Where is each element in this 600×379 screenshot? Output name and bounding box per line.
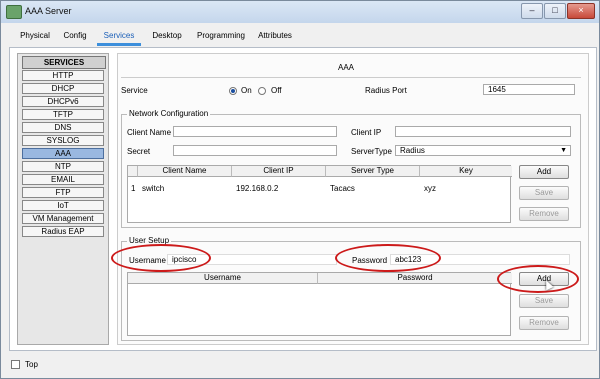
close-button[interactable]: × — [567, 3, 595, 19]
server-type-select[interactable]: Radius ▼ — [395, 145, 571, 156]
minimize-button[interactable]: – — [521, 3, 543, 19]
server-app-icon — [6, 5, 22, 19]
row-number: 1 — [131, 184, 136, 193]
window-title: AAA Server — [25, 6, 72, 16]
service-item-ftp[interactable]: FTP — [22, 187, 104, 198]
service-item-iot[interactable]: IoT — [22, 200, 104, 211]
client-table: Client Name Client IP Server Type Key 1 … — [127, 165, 512, 223]
server-type-label: ServerType — [351, 147, 392, 156]
service-item-vm-management[interactable]: VM Management — [22, 213, 104, 224]
title-bar: AAA Server – □ × — [1, 1, 599, 23]
service-item-dns[interactable]: DNS — [22, 122, 104, 133]
chevron-down-icon: ▼ — [560, 147, 567, 154]
service-item-dhcpv6[interactable]: DHCPv6 — [22, 96, 104, 107]
service-item-ntp[interactable]: NTP — [22, 161, 104, 172]
client-table-header-client-ip: Client IP — [232, 166, 326, 177]
radius-port-label: Radius Port — [365, 86, 407, 95]
client-name-input[interactable] — [173, 126, 337, 137]
password-label: Password — [352, 256, 388, 265]
client-name-label: Client Name — [127, 128, 172, 137]
service-item-radius-eap[interactable]: Radius EAP — [22, 226, 104, 237]
top-label: Top — [25, 360, 38, 369]
service-item-syslog[interactable]: SYSLOG — [22, 135, 104, 146]
client-table-header-server-type: Server Type — [326, 166, 420, 177]
client-table-header-client-name: Client Name — [138, 166, 232, 177]
network-remove-button[interactable]: Remove — [519, 207, 569, 221]
services-header: SERVICES — [22, 56, 106, 69]
client-ip-input[interactable] — [395, 126, 571, 137]
tab-config[interactable]: Config — [61, 29, 89, 43]
secret-input[interactable] — [173, 145, 337, 156]
username-input[interactable]: ipcisco — [167, 254, 337, 265]
client-ip-label: Client IP — [351, 128, 382, 137]
aaa-title: AAA — [338, 63, 355, 72]
user-table-header-username: Username — [128, 273, 318, 284]
user-table: Username Password — [127, 272, 512, 336]
title-divider — [121, 77, 581, 78]
radius-port-input[interactable]: 1645 — [483, 84, 575, 95]
client-table-header-key: Key — [420, 166, 512, 177]
service-on-radio[interactable] — [229, 87, 237, 95]
service-item-aaa[interactable]: AAA — [22, 148, 104, 159]
network-add-button[interactable]: Add — [519, 165, 569, 179]
user-setup-title: User Setup — [127, 236, 172, 245]
tab-attributes[interactable]: Attributes — [255, 29, 295, 43]
row-client-name: switch — [142, 184, 165, 193]
user-remove-button[interactable]: Remove — [519, 316, 569, 330]
service-off-label: Off — [271, 86, 282, 95]
password-input[interactable]: abc123 — [390, 254, 570, 265]
tab-desktop[interactable]: Desktop — [149, 29, 185, 43]
row-key: xyz — [424, 184, 436, 193]
service-label: Service — [121, 86, 148, 95]
tab-programming[interactable]: Programming — [193, 29, 249, 43]
username-label: Username — [129, 256, 166, 265]
tab-services[interactable]: Services — [97, 29, 141, 46]
service-item-tftp[interactable]: TFTP — [22, 109, 104, 120]
user-table-header-password: Password — [318, 273, 512, 284]
top-checkbox[interactable] — [11, 360, 20, 369]
client-table-index-header — [128, 166, 138, 177]
service-item-email[interactable]: EMAIL — [22, 174, 104, 185]
service-off-radio[interactable] — [258, 87, 266, 95]
aaa-server-window: AAA Server – □ × Physical Config Service… — [0, 0, 600, 379]
bottom-bar — [1, 353, 599, 378]
secret-label: Secret — [127, 147, 151, 156]
services-sidebar: SERVICES HTTP DHCP DHCPv6 TFTP DNS SYSLO… — [17, 53, 109, 345]
service-item-dhcp[interactable]: DHCP — [22, 83, 104, 94]
row-client-ip: 192.168.0.2 — [236, 184, 279, 193]
server-type-value: Radius — [400, 146, 425, 155]
network-save-button[interactable]: Save — [519, 186, 569, 200]
network-configuration-title: Network Configuration — [127, 109, 211, 118]
user-save-button[interactable]: Save — [519, 294, 569, 308]
maximize-button[interactable]: □ — [544, 3, 566, 19]
service-on-label: On — [241, 86, 252, 95]
tab-physical[interactable]: Physical — [17, 29, 53, 43]
row-server-type: Tacacs — [330, 184, 355, 193]
service-item-http[interactable]: HTTP — [22, 70, 104, 81]
